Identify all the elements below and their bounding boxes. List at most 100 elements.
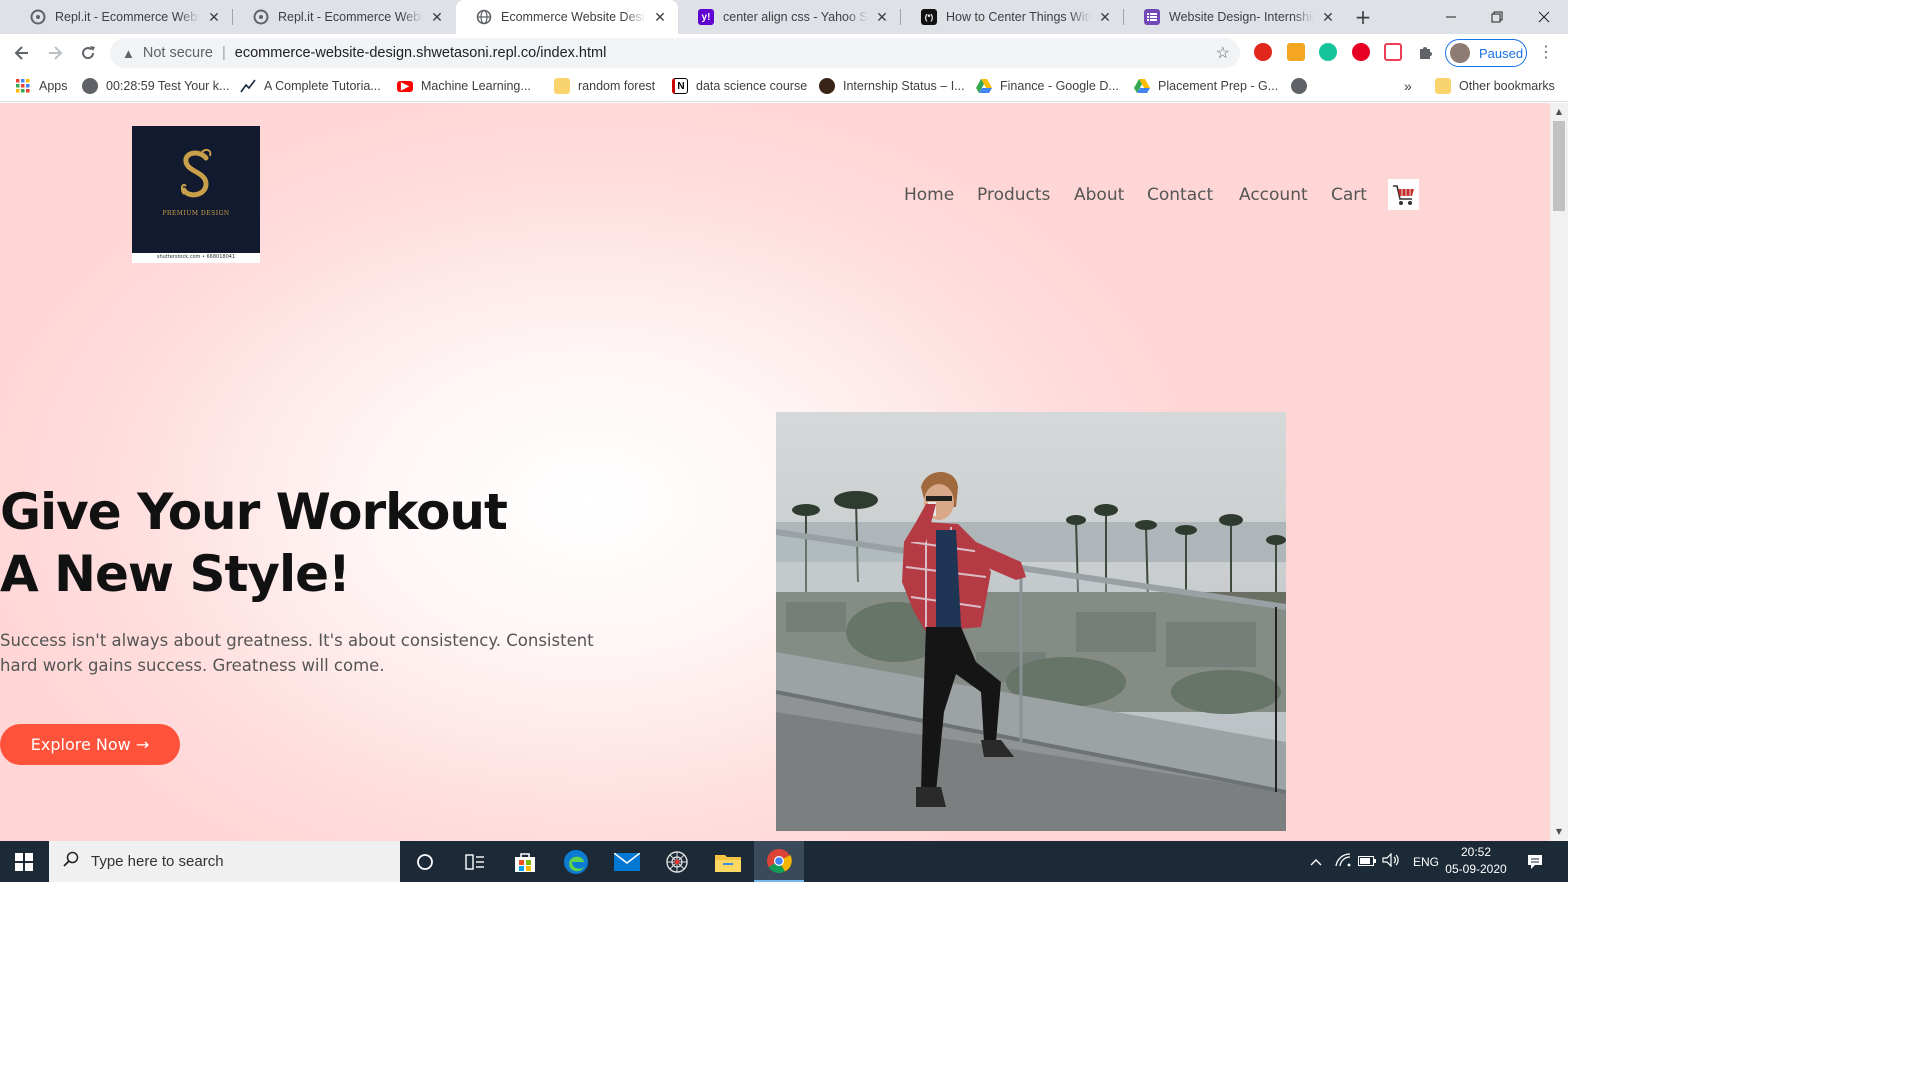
tab-replit-1[interactable]: Repl.it - Ecommerce Website ✕ xyxy=(10,0,232,34)
logo-monogram-icon xyxy=(172,146,220,202)
close-icon[interactable]: ✕ xyxy=(206,9,222,26)
url-text[interactable]: ecommerce-website-design.shwetasoni.repl… xyxy=(235,45,607,61)
bookmark-ds-course[interactable]: N data science course xyxy=(672,77,807,95)
logo-tagline: PREMIUM DESIGN xyxy=(162,210,230,217)
security-label[interactable]: Not secure xyxy=(143,45,213,61)
bookmark-placement[interactable]: Placement Prep - G... xyxy=(1134,77,1278,95)
notifications-button[interactable] xyxy=(1522,841,1548,882)
hero-title-line-1: Give Your Workout xyxy=(0,483,508,541)
start-button[interactable] xyxy=(0,841,48,882)
new-tab-button[interactable]: + xyxy=(1352,5,1374,29)
tab-title: Website Design- Internship Program xyxy=(1169,10,1314,24)
pocket-icon[interactable] xyxy=(1384,43,1402,61)
profile-button[interactable]: Paused xyxy=(1445,39,1527,67)
battery-icon[interactable] xyxy=(1355,855,1379,869)
folder-icon xyxy=(1435,78,1451,94)
bookmark-globe[interactable] xyxy=(1291,77,1315,95)
tab-strip: Repl.it - Ecommerce Website ✕ Repl.it - … xyxy=(0,0,1568,34)
bookmark-tutorial[interactable]: A Complete Tutoria... xyxy=(240,77,381,95)
youtube-icon: ▶ xyxy=(397,80,413,92)
spider-app[interactable] xyxy=(652,841,702,882)
close-icon[interactable]: ✕ xyxy=(1320,9,1336,26)
star-icon[interactable]: ☆ xyxy=(1216,43,1230,63)
bookmark-test[interactable]: 00:28:59 Test Your k... xyxy=(82,77,229,95)
warning-triangle-icon[interactable]: ▲ xyxy=(122,46,135,61)
mail-app[interactable] xyxy=(602,841,652,882)
puzzle-icon[interactable] xyxy=(1417,43,1435,61)
windows-taskbar: Type here to search ENG 20:52 05-09-2020 xyxy=(0,841,1568,882)
bookmark-random-forest[interactable]: random forest xyxy=(554,77,655,95)
windows-logo-icon xyxy=(15,852,33,871)
chrome-icon xyxy=(767,848,792,873)
reload-button[interactable] xyxy=(74,39,102,67)
notification-icon xyxy=(1528,854,1542,869)
taskbar-search-box[interactable]: Type here to search xyxy=(49,841,400,882)
site-logo[interactable]: PREMIUM DESIGN shutterstock.com • 668018… xyxy=(132,126,260,263)
bookmark-apps[interactable]: Apps xyxy=(15,77,68,95)
edge-icon xyxy=(564,849,588,874)
clock-date: 05-09-2020 xyxy=(1445,862,1507,876)
bookmark-label: Machine Learning... xyxy=(421,79,531,93)
close-icon[interactable]: ✕ xyxy=(429,9,445,26)
scroll-thumb[interactable] xyxy=(1553,121,1565,211)
page-scrollbar[interactable]: ▲ ▼ xyxy=(1550,103,1568,841)
bookmark-internship[interactable]: Internship Status – I... xyxy=(819,77,965,95)
bookmark-ml[interactable]: ▶ Machine Learning... xyxy=(397,77,531,95)
extension-grid-icon[interactable] xyxy=(1287,43,1305,61)
show-hidden-icons-icon[interactable] xyxy=(1305,855,1327,869)
task-view-icon xyxy=(465,853,484,870)
scroll-down-icon[interactable]: ▼ xyxy=(1550,827,1568,836)
back-button[interactable] xyxy=(8,39,36,67)
wifi-icon[interactable] xyxy=(1331,853,1355,870)
close-icon[interactable]: ✕ xyxy=(1097,9,1113,26)
tab-replit-2[interactable]: Repl.it - Ecommerce Website ✕ xyxy=(233,0,455,34)
address-bar[interactable]: ▲ Not secure | ecommerce-website-design.… xyxy=(110,38,1240,68)
nav-products[interactable]: Products xyxy=(977,185,1050,209)
avatar xyxy=(1450,43,1470,63)
chrome-app[interactable] xyxy=(754,841,804,882)
opera-adblock-icon[interactable] xyxy=(1254,43,1272,61)
close-icon[interactable]: ✕ xyxy=(652,9,668,26)
scroll-up-icon[interactable]: ▲ xyxy=(1550,107,1568,116)
explore-now-button[interactable]: Explore Now → xyxy=(0,724,180,765)
volume-icon[interactable] xyxy=(1379,852,1403,870)
nav-contact[interactable]: Contact xyxy=(1147,185,1213,209)
globe-icon xyxy=(82,78,98,94)
nav-cart[interactable]: Cart xyxy=(1331,185,1367,209)
nav-about[interactable]: About xyxy=(1074,185,1124,209)
close-icon[interactable]: ✕ xyxy=(874,9,890,26)
nav-home[interactable]: Home xyxy=(904,185,954,209)
store-app[interactable] xyxy=(500,841,550,882)
bookmark-label: Placement Prep - G... xyxy=(1158,79,1279,93)
minimize-button[interactable] xyxy=(1428,0,1474,34)
tab-yahoo[interactable]: y! center align css - Yahoo Search ✕ xyxy=(678,0,900,34)
forward-button[interactable] xyxy=(41,39,69,67)
cart-icon[interactable] xyxy=(1388,179,1419,210)
web-icon xyxy=(666,850,688,873)
other-bookmarks[interactable]: Other bookmarks xyxy=(1435,77,1555,95)
more-menu-icon[interactable]: ⋮ xyxy=(1538,42,1554,61)
edge-app[interactable] xyxy=(551,841,601,882)
pinterest-icon[interactable] xyxy=(1352,43,1370,61)
arrow-right-icon xyxy=(49,46,63,60)
clock[interactable]: 20:52 05-09-2020 xyxy=(1434,844,1518,878)
arrow-left-icon xyxy=(14,46,28,60)
hero-title-line-2: A New Style! xyxy=(0,545,351,603)
nav-account[interactable]: Account xyxy=(1239,185,1308,209)
tab-css-tricks[interactable]: (*) How to Center Things With Style ✕ xyxy=(901,0,1123,34)
tab-forms[interactable]: Website Design- Internship Program ✕ xyxy=(1124,0,1346,34)
file-explorer-app[interactable] xyxy=(703,841,753,882)
bookmarks-overflow-button[interactable]: » xyxy=(1404,77,1412,95)
bookmarks-bar: Apps 00:28:59 Test Your k... A Complete … xyxy=(0,71,1568,102)
tab-title: Repl.it - Ecommerce Website xyxy=(278,10,423,24)
bookmark-label: Finance - Google D... xyxy=(1000,79,1119,93)
close-window-button[interactable] xyxy=(1521,0,1567,34)
tab-ecommerce-active[interactable]: Ecommerce Website Design ✕ xyxy=(456,0,678,34)
grammarly-icon[interactable] xyxy=(1319,43,1337,61)
bookmark-finance[interactable]: Finance - Google D... xyxy=(976,77,1119,95)
restore-button[interactable] xyxy=(1474,0,1520,34)
bookmark-label: random forest xyxy=(578,79,656,93)
cortana-button[interactable] xyxy=(400,841,450,882)
task-view-button[interactable] xyxy=(450,841,500,882)
logo-credit: shutterstock.com • 668018041 xyxy=(156,254,236,260)
